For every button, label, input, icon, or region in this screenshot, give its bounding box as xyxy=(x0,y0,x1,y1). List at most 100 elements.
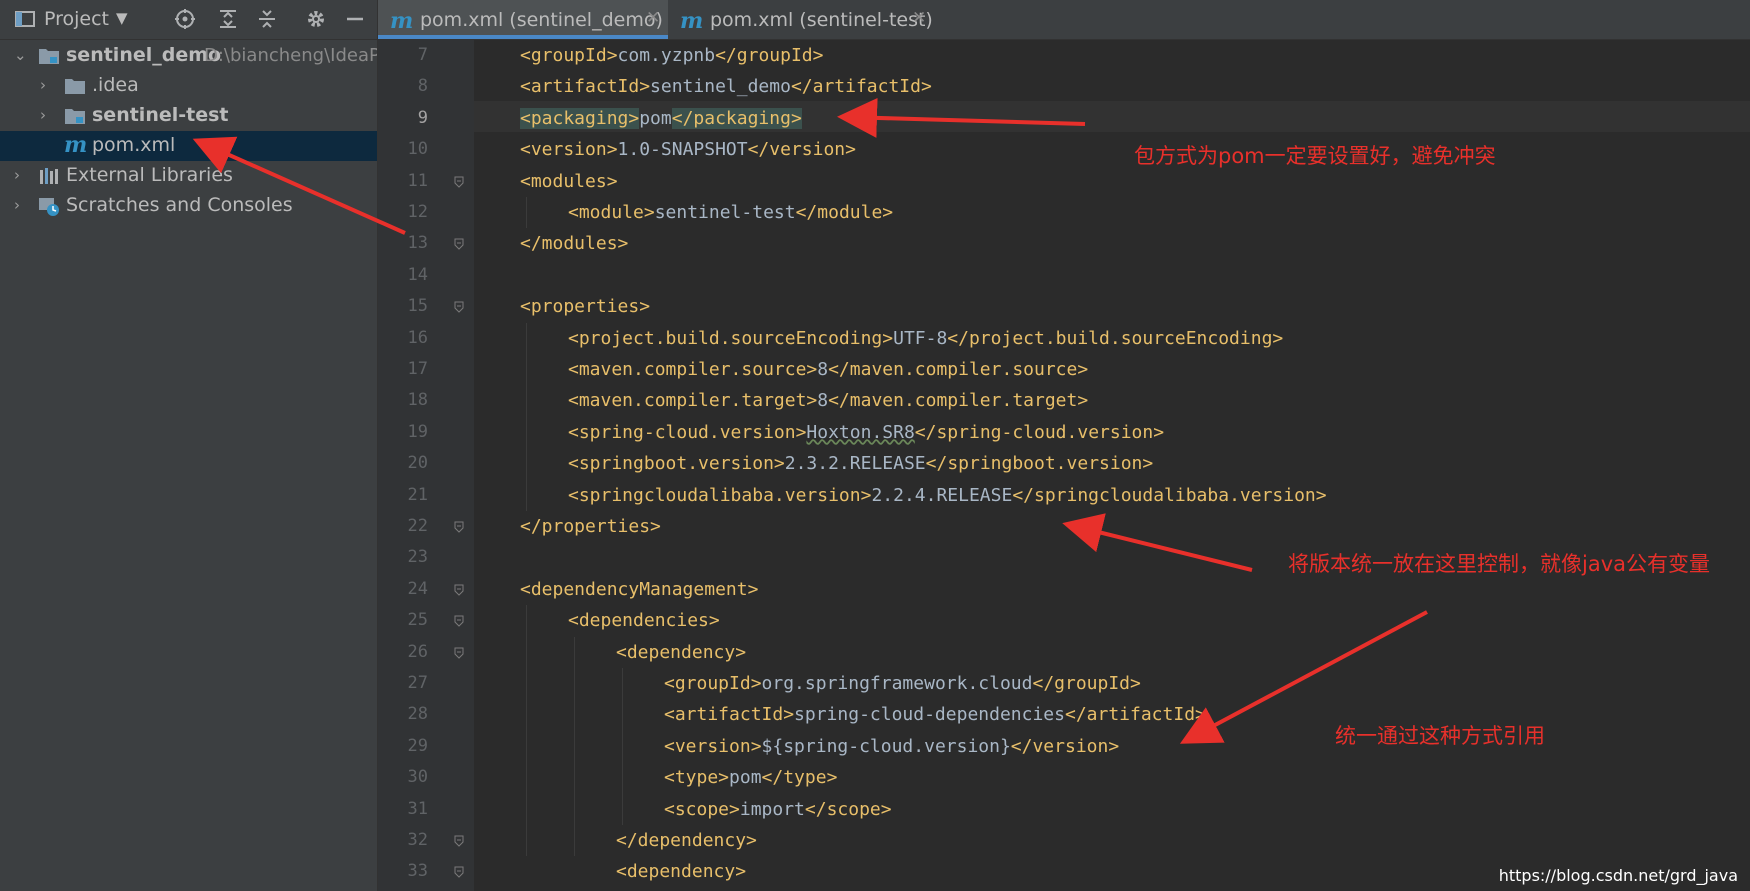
chevron-right-icon[interactable]: › xyxy=(14,166,28,184)
locate-icon[interactable] xyxy=(174,8,196,30)
line-number: 23 xyxy=(407,547,428,568)
xml-tag: <groupId> xyxy=(664,673,762,694)
tab-pom-sentinel-demo[interactable]: m pom.xml (sentinel_demo) ✕ xyxy=(378,0,668,39)
fold-marker-icon[interactable] xyxy=(454,584,464,596)
collapse-all-icon[interactable] xyxy=(256,8,278,30)
line-number: 22 xyxy=(407,516,428,536)
xml-tag: </packaging> xyxy=(671,107,802,129)
tree-item-label: pom.xml xyxy=(92,134,176,156)
line-number: 33 xyxy=(407,861,428,882)
code-line[interactable]: <version>1.0-SNAPSHOT</version> xyxy=(520,134,856,165)
xml-tag: <artifactId> xyxy=(664,704,795,726)
code-line[interactable]: <packaging>pom</packaging> xyxy=(520,103,802,134)
code-line[interactable]: <groupId>org.springframework.cloud</grou… xyxy=(664,668,1141,699)
xml-value: 2.3.2.RELEASE xyxy=(784,453,926,475)
tree-item-idea[interactable]: › .idea xyxy=(0,71,377,101)
fold-marker-icon[interactable] xyxy=(454,176,464,188)
code-line[interactable]: <springboot.version>2.3.2.RELEASE</sprin… xyxy=(568,448,1153,479)
close-icon[interactable]: ✕ xyxy=(912,8,926,28)
xml-value: pom xyxy=(639,107,672,129)
line-number: 14 xyxy=(407,264,428,285)
xml-tag: <dependencyManagement> xyxy=(520,578,759,600)
code-line[interactable]: <modules> xyxy=(520,166,618,197)
xml-value: ${spring-cloud.version} xyxy=(761,735,1011,757)
code-line[interactable]: <properties> xyxy=(520,291,650,322)
code-line[interactable]: </modules> xyxy=(520,228,628,259)
code-line[interactable]: <dependencies> xyxy=(568,605,720,636)
hide-panel-icon[interactable] xyxy=(344,8,366,30)
xml-tag: <artifactId> xyxy=(520,76,651,98)
code-line[interactable]: <dependency> xyxy=(616,637,746,668)
chevron-down-icon[interactable]: ▼ xyxy=(116,9,128,27)
code-line[interactable]: <artifactId>sentinel_demo</artifactId> xyxy=(520,71,932,102)
chevron-right-icon[interactable]: › xyxy=(14,196,28,214)
code-line[interactable]: <dependency> xyxy=(616,856,746,887)
xml-tag: </project.build.sourceEncoding> xyxy=(947,327,1284,349)
line-number: 12 xyxy=(407,202,428,222)
xml-tag: <version> xyxy=(664,735,762,757)
line-number: 24 xyxy=(407,578,428,599)
tree-item-sentinel-demo[interactable]: ⌄ sentinel_demo D:\biancheng\IdeaP xyxy=(0,41,377,71)
tree-item-path: D:\biancheng\IdeaP xyxy=(204,45,377,66)
xml-tag: <modules> xyxy=(520,170,618,192)
xml-tag: </type> xyxy=(761,767,838,789)
code-line[interactable]: <type>pom</type> xyxy=(664,762,837,793)
xml-tag: </scope> xyxy=(804,798,892,820)
xml-tag: </maven.compiler.target> xyxy=(828,390,1089,412)
project-toolbar: Project ▼ xyxy=(0,0,377,40)
chevron-right-icon[interactable]: › xyxy=(40,76,54,94)
annotation-note-versions: 将版本统一放在这里控制，就像java公有变量 xyxy=(1288,552,1710,576)
xml-tag: </groupId> xyxy=(1032,673,1141,694)
tree-item-external-libraries[interactable]: › External Libraries xyxy=(0,161,377,191)
code-line[interactable]: <maven.compiler.source>8</maven.compiler… xyxy=(568,354,1088,385)
tree-item-pom-xml[interactable]: m pom.xml xyxy=(0,131,377,161)
code-line[interactable]: <spring-cloud.version>Hoxton.SR8</spring… xyxy=(568,417,1164,448)
xml-tag: </springboot.version> xyxy=(925,453,1154,475)
editor-tab-bar: m pom.xml (sentinel_demo) ✕ m pom.xml (s… xyxy=(378,0,1750,40)
fold-marker-icon[interactable] xyxy=(454,238,464,251)
tree-item-sentinel-test[interactable]: › sentinel-test xyxy=(0,101,377,131)
fold-marker-icon[interactable] xyxy=(454,521,464,533)
xml-tag: <type> xyxy=(664,767,730,789)
fold-marker-icon[interactable] xyxy=(454,835,464,847)
line-number: 15 xyxy=(407,296,428,317)
code-line[interactable]: <version>${spring-cloud.version}</versio… xyxy=(664,731,1119,762)
code-line[interactable]: <dependencyManagement> xyxy=(520,574,758,605)
line-number: 28 xyxy=(407,704,428,725)
indent-guide xyxy=(526,197,527,229)
xml-tag: </groupId> xyxy=(715,45,824,66)
tree-item-label: Scratches and Consoles xyxy=(66,194,293,216)
project-view-title[interactable]: Project xyxy=(44,8,109,30)
code-editor[interactable]: 7 8 9 10 11 12 13 14 15 16 17 18 19 20 21 22 23 24 25 26 27 2… xyxy=(378,40,1750,891)
chevron-right-icon[interactable]: › xyxy=(40,106,54,124)
tree-item-label: External Libraries xyxy=(66,164,233,186)
expand-all-icon[interactable] xyxy=(217,8,239,30)
tab-pom-sentinel-test[interactable]: m pom.xml (sentinel-test) ✕ xyxy=(668,0,938,39)
chevron-down-icon[interactable]: ⌄ xyxy=(14,46,28,64)
code-line[interactable]: <project.build.sourceEncoding>UTF-8</pro… xyxy=(568,323,1283,354)
fold-marker-icon[interactable] xyxy=(454,615,464,627)
tree-item-scratches[interactable]: › Scratches and Consoles xyxy=(0,191,377,221)
xml-value: spring-cloud-dependencies xyxy=(794,704,1065,726)
code-line[interactable]: <artifactId>spring-cloud-dependencies</a… xyxy=(664,699,1206,730)
xml-tag: <dependency> xyxy=(616,861,747,883)
fold-marker-icon[interactable] xyxy=(454,301,464,313)
scratches-icon xyxy=(39,198,59,216)
fold-marker-icon[interactable] xyxy=(454,647,464,659)
code-line[interactable]: </dependency> xyxy=(616,825,757,856)
code-line[interactable]: <springcloudalibaba.version>2.2.4.RELEAS… xyxy=(568,480,1327,511)
code-line[interactable]: <module>sentinel-test</module> xyxy=(568,197,893,228)
xml-tag: <maven.compiler.target> xyxy=(568,390,818,412)
code-line[interactable]: </properties> xyxy=(520,511,661,542)
indent-guide xyxy=(574,636,575,857)
code-line[interactable]: <maven.compiler.target>8</maven.compiler… xyxy=(568,385,1088,416)
close-icon[interactable]: ✕ xyxy=(646,8,660,28)
gear-icon[interactable] xyxy=(305,8,327,30)
maven-icon: m xyxy=(680,8,704,34)
code-line[interactable]: <scope>import</scope> xyxy=(664,794,892,825)
fold-marker-icon[interactable] xyxy=(454,866,464,879)
project-view-icon[interactable] xyxy=(14,8,36,30)
code-line[interactable]: <groupId>com.yzpnb</groupId> xyxy=(520,40,823,71)
tree-item-label: .idea xyxy=(92,74,139,96)
xml-tag: </modules> xyxy=(520,233,629,255)
